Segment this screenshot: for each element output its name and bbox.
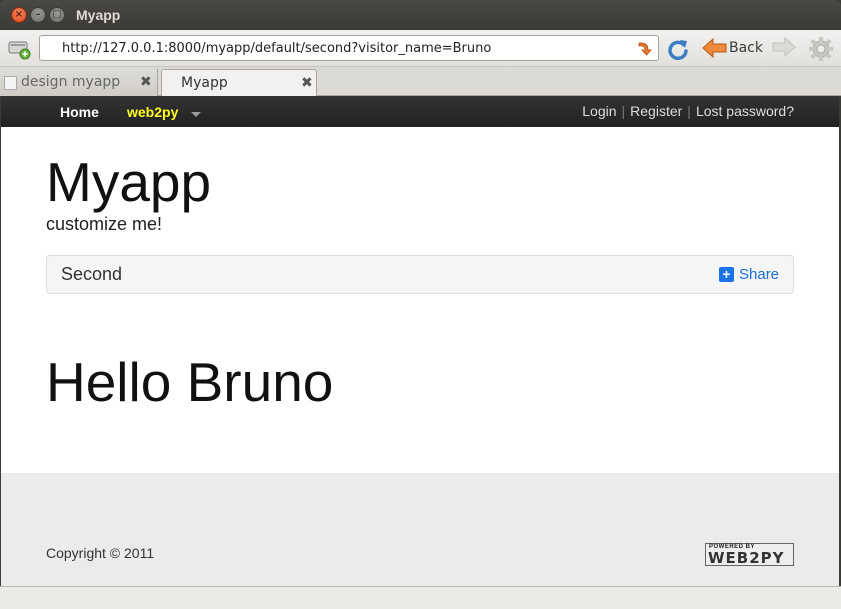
share-button[interactable]: + Share	[719, 266, 780, 284]
lost-password-link[interactable]: Lost password?	[696, 103, 794, 119]
window-close-button[interactable]: ×	[11, 7, 27, 23]
home-link[interactable]: Home	[60, 104, 99, 120]
back-label: Back	[729, 40, 763, 56]
minimize-icon: –	[35, 9, 41, 20]
status-bar	[0, 586, 841, 609]
forward-button[interactable]	[772, 36, 796, 61]
web2py-badge[interactable]: POWERED BY WEB2PY	[705, 543, 794, 566]
go-arrow-icon[interactable]	[636, 39, 654, 57]
gear-icon	[809, 37, 833, 61]
register-link[interactable]: Register	[630, 103, 682, 119]
browser-navbar: Back	[0, 30, 841, 67]
chevron-down-icon[interactable]	[191, 112, 201, 117]
separator: |	[687, 103, 691, 119]
page-viewport: Home web2py Login | Register | Lost password…	[1, 96, 839, 586]
back-button[interactable]: Back	[700, 36, 764, 62]
new-tab-icon	[8, 41, 31, 60]
share-label: Share	[739, 266, 780, 283]
url-input[interactable]	[62, 39, 632, 57]
reload-button[interactable]	[666, 37, 690, 61]
breadcrumb-label: Second	[61, 264, 123, 284]
close-icon: ×	[14, 9, 24, 20]
tab-design-myapp[interactable]: design myapp ✖	[0, 69, 158, 96]
login-link[interactable]: Login	[582, 103, 616, 119]
tab-label: Myapp	[181, 75, 228, 91]
site-topbar: Home web2py Login | Register | Lost password…	[1, 96, 839, 127]
web2py-menu[interactable]: web2py	[127, 104, 178, 120]
tab-strip: design myapp ✖ Myapp ✖	[0, 67, 841, 96]
back-arrow-icon	[702, 38, 727, 58]
tab-myapp[interactable]: Myapp ✖	[161, 69, 317, 96]
breadcrumb: Second + Share	[46, 255, 794, 294]
page-subtitle: customize me!	[46, 214, 163, 234]
close-icon[interactable]: ✖	[140, 74, 152, 90]
page-title: Myapp	[46, 151, 212, 213]
window-maximize-button[interactable]: □	[49, 7, 65, 23]
settings-button[interactable]	[808, 36, 834, 62]
tab-label: design myapp	[21, 74, 121, 90]
plus-icon: +	[719, 267, 734, 282]
maximize-icon: □	[52, 9, 62, 20]
greeting-heading: Hello Bruno	[46, 351, 334, 413]
badge-main-text: WEB2PY	[708, 549, 785, 567]
window-title: Myapp	[76, 7, 121, 23]
forward-arrow-icon	[772, 36, 796, 58]
page-icon	[4, 76, 17, 90]
new-tab-button[interactable]	[8, 38, 32, 60]
window-titlebar: × – □ Myapp	[0, 0, 841, 30]
auth-links: Login | Register | Lost password?	[582, 103, 794, 119]
page-footer: Copyright © 2011 POWERED BY WEB2PY	[1, 473, 839, 586]
close-icon[interactable]: ✖	[301, 75, 313, 91]
address-bar[interactable]	[39, 35, 659, 61]
copyright-text: Copyright © 2011	[46, 545, 155, 561]
window-minimize-button[interactable]: –	[30, 7, 46, 23]
reload-icon	[668, 40, 688, 61]
separator: |	[621, 103, 626, 119]
